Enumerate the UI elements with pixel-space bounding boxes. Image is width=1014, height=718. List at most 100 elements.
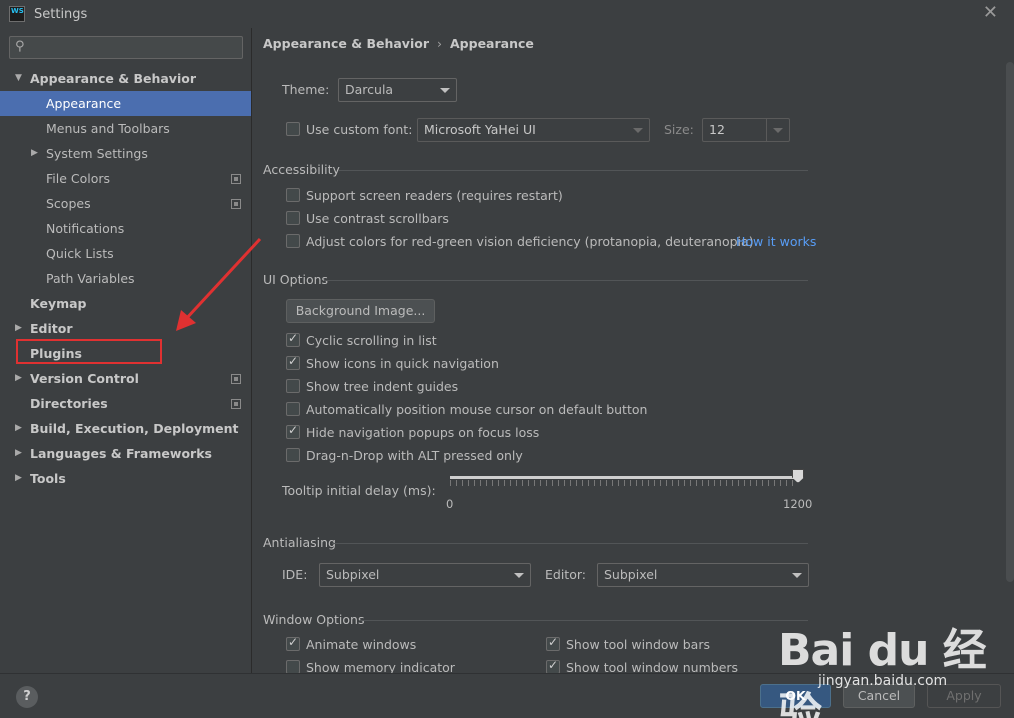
slider-max-label: 1200 [783, 497, 813, 511]
editor-aa-label: Editor: [545, 567, 586, 582]
sidebar-item-directories[interactable]: Directories [0, 391, 251, 416]
show-icons-in-quick-navigation-checkbox[interactable] [286, 354, 300, 370]
search-input[interactable] [34, 39, 234, 56]
sidebar-item-languages-frameworks[interactable]: ▶ Languages & Frameworks [0, 441, 251, 466]
theme-value: Darcula [345, 82, 394, 97]
font-size-label: Size: [664, 122, 694, 137]
section-divider [332, 543, 808, 544]
ide-aa-value: Subpixel [326, 567, 380, 582]
automatically-position-mouse-cursor-on-d-checkbox[interactable] [286, 402, 300, 416]
sidebar-item-label: Menus and Toolbars [46, 121, 170, 136]
font-size-value: 12 [709, 122, 725, 137]
section-divider [324, 280, 808, 281]
theme-label: Theme: [282, 82, 330, 97]
how-it-works-link[interactable]: How it works [736, 234, 816, 249]
sidebar-item-keymap[interactable]: Keymap [0, 291, 251, 316]
chevron-down-icon [773, 128, 783, 133]
show-tree-indent-guides-checkbox[interactable] [286, 379, 300, 393]
tooltip-delay-label: Tooltip initial delay (ms): [282, 483, 436, 498]
custom-font-checkbox[interactable] [286, 122, 300, 136]
project-level-icon [231, 174, 241, 184]
automatically-position-mouse-cursor-on-d-label: Automatically position mouse cursor on d… [306, 402, 648, 417]
hide-navigation-popups-on-focus-loss-checkbox[interactable] [286, 423, 300, 439]
chevron-down-icon [792, 573, 802, 578]
breadcrumb: Appearance & Behavior › Appearance [263, 36, 534, 51]
sidebar-item-version-control[interactable]: ▶ Version Control [0, 366, 251, 391]
sidebar-item-label: System Settings [46, 146, 148, 161]
plugins-highlight-box [16, 339, 162, 364]
support-screen-readers-requires-restart-checkbox[interactable] [286, 188, 300, 202]
collapse-arrow-icon[interactable]: ▶ [15, 366, 22, 391]
tooltip-delay-slider-track[interactable] [450, 476, 798, 479]
collapse-arrow-icon[interactable]: ▶ [15, 441, 22, 466]
sidebar-item-quick-lists[interactable]: Quick Lists [0, 241, 251, 266]
app-icon-text: WS [11, 7, 24, 15]
sidebar-item-build-execution-deployment[interactable]: ▶ Build, Execution, Deployment [0, 416, 251, 441]
drag-n-drop-with-alt-pressed-only-label: Drag-n-Drop with ALT pressed only [306, 448, 523, 463]
sidebar-item-label: Notifications [46, 221, 125, 236]
sidebar-item-label: Tools [30, 471, 66, 486]
window-options-section-title: Window Options [263, 612, 365, 627]
chevron-down-icon [633, 128, 643, 133]
show-memory-indicator-label: Show memory indicator [306, 660, 455, 673]
help-icon[interactable]: ? [16, 686, 38, 708]
sidebar-item-label: File Colors [46, 171, 111, 186]
sidebar-item-label: Directories [30, 396, 108, 411]
editor-antialiasing-dropdown[interactable]: Subpixel [597, 563, 809, 587]
show-tool-window-bars-checkbox[interactable] [546, 635, 560, 651]
sidebar-item-label: Build, Execution, Deployment [30, 421, 239, 436]
collapse-arrow-icon[interactable]: ▶ [15, 316, 22, 341]
sidebar-item-label: Languages & Frameworks [30, 446, 212, 461]
sidebar-item-label: Editor [30, 321, 73, 336]
use-contrast-scrollbars-checkbox[interactable] [286, 211, 300, 225]
show-tool-window-numbers-checkbox[interactable] [546, 658, 560, 673]
project-level-icon [231, 374, 241, 384]
window-title: Settings [34, 6, 88, 22]
cyclic-scrolling-in-list-checkbox[interactable] [286, 331, 300, 347]
support-screen-readers-requires-restart-label: Support screen readers (requires restart… [306, 188, 563, 203]
show-tree-indent-guides-label: Show tree indent guides [306, 379, 459, 394]
chevron-down-icon [514, 573, 524, 578]
font-dropdown[interactable]: Microsoft YaHei UI [417, 118, 650, 142]
sidebar-item-label: Appearance [46, 96, 122, 111]
show-memory-indicator-checkbox[interactable] [286, 660, 300, 673]
adjust-colors-for-red-green-vision-defic-checkbox[interactable] [286, 234, 300, 248]
close-icon[interactable]: ✕ [983, 4, 998, 22]
baidu-watermark-url: jingyan.baidu.com [818, 673, 948, 689]
search-icon: ⚲ [15, 39, 25, 54]
collapse-arrow-icon[interactable]: ▶ [15, 416, 22, 441]
font-size-combo[interactable]: 12 [702, 118, 790, 142]
theme-dropdown[interactable]: Darcula [338, 78, 457, 102]
show-icons-in-quick-navigation-label: Show icons in quick navigation [306, 356, 499, 371]
sidebar-item-editor[interactable]: ▶ Editor [0, 316, 251, 341]
custom-font-label: Use custom font: [306, 122, 413, 137]
collapse-arrow-icon[interactable]: ▶ [15, 466, 22, 491]
sidebar-item-appearance-behavior[interactable]: ▼ Appearance & Behavior [0, 66, 251, 91]
hide-navigation-popups-on-focus-loss-label: Hide navigation popups on focus loss [306, 425, 540, 440]
drag-n-drop-with-alt-pressed-only-checkbox[interactable] [286, 448, 300, 462]
ide-antialiasing-dropdown[interactable]: Subpixel [319, 563, 531, 587]
slider-min-label: 0 [446, 497, 454, 511]
sidebar-item-scopes[interactable]: Scopes [0, 191, 251, 216]
expand-arrow-icon[interactable]: ▼ [15, 66, 22, 91]
sidebar-item-system-settings[interactable]: ▶ System Settings [0, 141, 251, 166]
settings-search-box[interactable]: ⚲ [9, 36, 243, 59]
sidebar-item-label: Quick Lists [46, 246, 114, 261]
ide-aa-label: IDE: [282, 567, 308, 582]
show-tool-window-bars-label: Show tool window bars [566, 637, 710, 652]
project-level-icon [231, 399, 241, 409]
collapse-arrow-icon[interactable]: ▶ [31, 141, 38, 166]
animate-windows-checkbox[interactable] [286, 635, 300, 651]
sidebar-item-path-variables[interactable]: Path Variables [0, 266, 251, 291]
sidebar-item-notifications[interactable]: Notifications [0, 216, 251, 241]
background-image-button[interactable]: Background Image... [286, 299, 435, 323]
sidebar-item-tools[interactable]: ▶ Tools [0, 466, 251, 491]
title-bar: WS Settings ✕ [0, 0, 1014, 28]
cyclic-scrolling-in-list-label: Cyclic scrolling in list [306, 333, 437, 348]
sidebar-item-menus-and-toolbars[interactable]: Menus and Toolbars [0, 116, 251, 141]
vertical-scrollbar[interactable] [1006, 62, 1014, 582]
sidebar-item-file-colors[interactable]: File Colors [0, 166, 251, 191]
breadcrumb-parent[interactable]: Appearance & Behavior [263, 36, 429, 51]
slider-ticks [450, 480, 798, 486]
sidebar-item-appearance[interactable]: Appearance [0, 91, 251, 116]
